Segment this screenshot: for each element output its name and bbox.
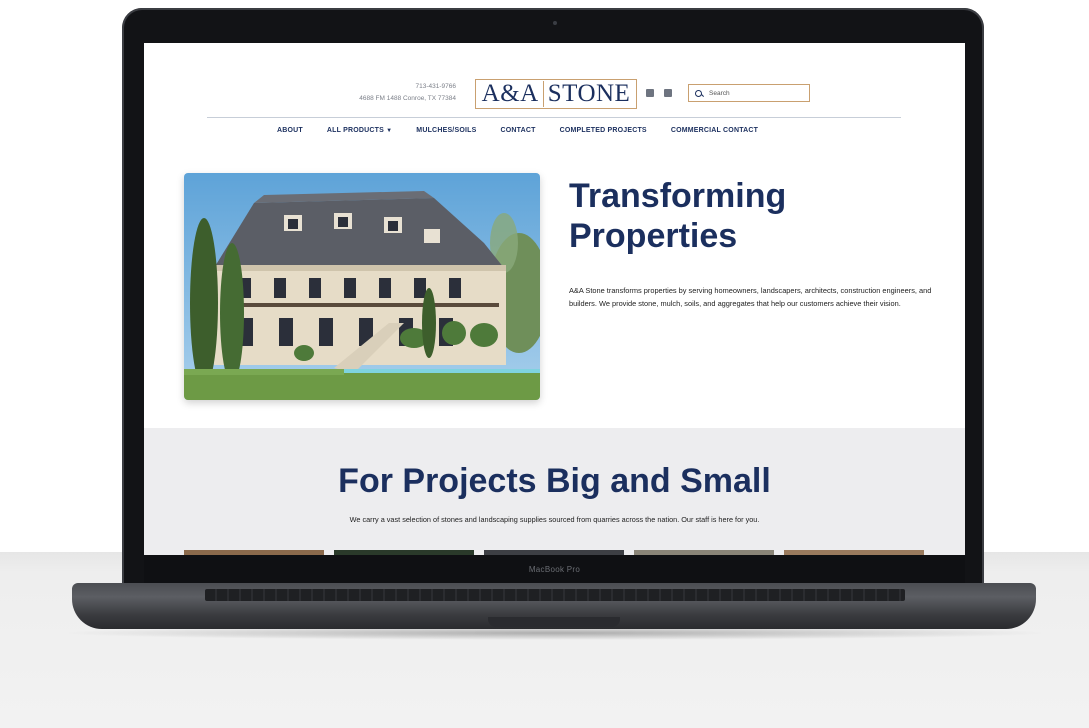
phone-number[interactable]: 713-431-9766	[314, 81, 456, 93]
facebook-icon[interactable]	[646, 89, 654, 97]
hero-house-image	[184, 173, 540, 400]
projects-description: We carry a vast selection of stones and …	[349, 515, 760, 524]
nav-all-products-label: ALL PRODUCTS	[326, 127, 384, 134]
address: 4688 FM 1488 Conroe, TX 77384	[359, 95, 456, 102]
nav-completed-projects[interactable]: COMPLETED PROJECTS	[560, 125, 647, 137]
laptop-hinge	[205, 589, 905, 601]
projects-title: For Projects Big and Small	[338, 462, 771, 500]
trackpad-notch	[488, 617, 620, 627]
header-contact: 713-431-9766 4688 FM 1488 Conroe, TX 773…	[314, 81, 456, 105]
camera-icon	[553, 21, 557, 25]
hero-description: A&A Stone transforms properties by servi…	[569, 286, 932, 308]
nav-all-products[interactable]: ALL PRODUCTS ▼	[327, 125, 392, 137]
website-screen: 713-431-9766 4688 FM 1488 Conroe, TX 773…	[144, 43, 965, 555]
instagram-icon[interactable]	[664, 89, 672, 97]
search-box[interactable]	[688, 84, 810, 102]
chevron-down-icon: ▼	[386, 128, 393, 134]
header-divider	[207, 117, 901, 118]
nav-commercial-contact[interactable]: COMMERCIAL CONTACT	[671, 125, 758, 137]
logo-right-text: STONE	[547, 80, 631, 107]
nav-contact[interactable]: CONTACT	[500, 125, 535, 137]
logo-divider	[542, 81, 544, 107]
search-input[interactable]	[709, 89, 799, 97]
nav-mulches-soils[interactable]: MULCHES/SOILS	[416, 125, 476, 137]
hero-title-line1: Transforming	[569, 177, 787, 215]
device-model-label: MacBook Pro	[528, 565, 581, 574]
hero-title: Transforming Properties	[569, 176, 929, 256]
nav-about[interactable]: ABOUT	[277, 125, 303, 137]
site-logo[interactable]: A&A STONE	[475, 79, 637, 109]
hero-title-line2: Properties	[569, 217, 738, 255]
screen-bezel-bottom: MacBook Pro	[144, 555, 965, 585]
search-icon[interactable]	[695, 89, 702, 97]
logo-left-text: A&A	[481, 80, 539, 107]
main-nav: ABOUT ALL PRODUCTS ▼ MULCHES/SOILS CONTA…	[277, 125, 782, 137]
